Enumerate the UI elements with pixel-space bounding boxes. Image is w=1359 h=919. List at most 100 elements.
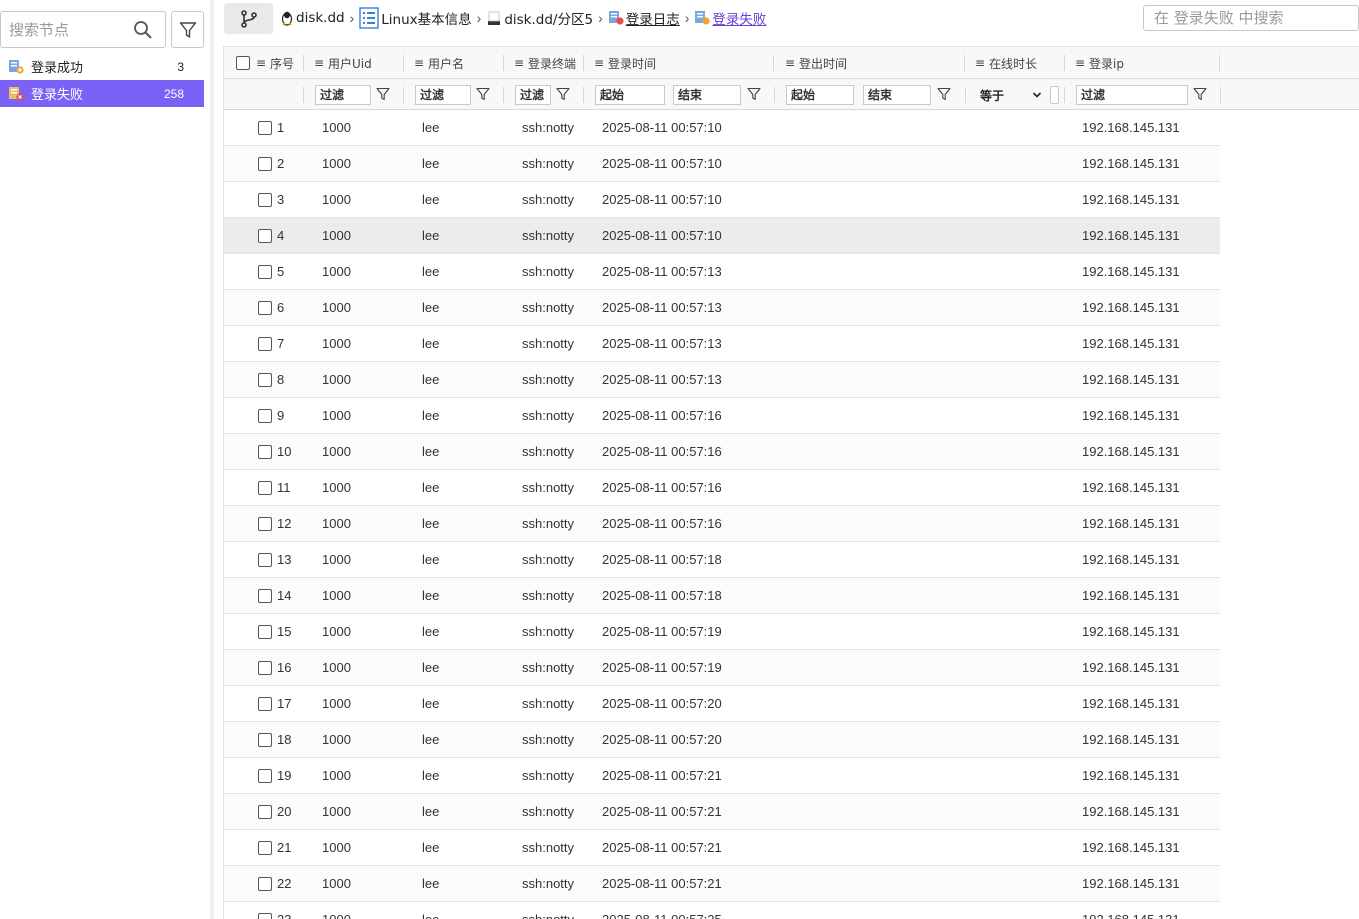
table-row[interactable]: 10 1000 lee ssh:notty 2025-08-11 00:57:16 192… [224,434,1220,470]
filter-icon[interactable] [376,87,390,101]
table-row[interactable]: 2 1000 lee ssh:notty 2025-08-11 00:57:10 192.… [224,146,1220,182]
column-menu-icon[interactable]: ≡ [594,56,604,70]
table-row[interactable]: 1 1000 lee ssh:notty 2025-08-11 00:57:10 192.… [224,110,1220,146]
column-divider[interactable] [583,55,584,71]
tree-item-login-failure[interactable]: 登录失败 258 [0,80,204,107]
filter-icon[interactable] [476,87,490,101]
panel-splitter[interactable] [210,0,214,919]
tree-item-login-success[interactable]: 登录成功 3 [0,53,204,80]
select-all-checkbox[interactable] [236,56,250,70]
table-row[interactable]: 8 1000 lee ssh:notty 2025-08-11 00:57:13 192.… [224,362,1220,398]
tree-filter-button[interactable] [171,11,204,48]
filter-icon[interactable] [556,87,570,101]
terminal-filter-input[interactable] [515,85,551,105]
table-row[interactable]: 12 1000 lee ssh:notty 2025-08-11 00:57:16 192… [224,506,1220,542]
filter-icon[interactable] [937,87,951,101]
column-header-index[interactable]: ≡ 序号 [256,47,304,79]
column-menu-icon[interactable]: ≡ [314,56,324,70]
table-row[interactable]: 15 1000 lee ssh:notty 2025-08-11 00:57:19 192… [224,614,1220,650]
table-row[interactable]: 5 1000 lee ssh:notty 2025-08-11 00:57:13 192.… [224,254,1220,290]
table-row[interactable]: 22 1000 lee ssh:notty 2025-08-11 00:57:21 192… [224,866,1220,902]
row-checkbox[interactable] [258,481,272,495]
login-time-start-input[interactable] [595,85,665,105]
row-checkbox[interactable] [258,769,272,783]
table-row[interactable]: 18 1000 lee ssh:notty 2025-08-11 00:57:20 192… [224,722,1220,758]
breadcrumb-item-login-failure[interactable]: 登录失败 [694,8,766,28]
column-menu-icon[interactable]: ≡ [785,56,795,70]
breadcrumb-item-login-log[interactable]: 登录日志 › [608,8,695,28]
table-row[interactable]: 11 1000 lee ssh:notty 2025-08-11 00:57:16 192… [224,470,1220,506]
column-header-duration[interactable]: ≡ 在线时长 [975,47,1065,79]
table-row[interactable]: 3 1000 lee ssh:notty 2025-08-11 00:57:10 192.… [224,182,1220,218]
row-checkbox[interactable] [258,121,272,135]
row-checkbox[interactable] [258,265,272,279]
filter-icon[interactable] [747,87,761,101]
search-icon[interactable] [133,20,153,40]
duration-value-input[interactable] [1050,86,1059,104]
column-menu-icon[interactable]: ≡ [1075,56,1085,70]
table-row[interactable]: 23 1000 lee ssh:notty 2025-08-11 00:57:25 192… [224,902,1220,919]
column-header-uid[interactable]: ≡ 用户Uid [314,47,404,79]
table-row[interactable]: 9 1000 lee ssh:notty 2025-08-11 00:57:16 192.… [224,398,1220,434]
row-checkbox[interactable] [258,193,272,207]
table-row[interactable]: 20 1000 lee ssh:notty 2025-08-11 00:57:21 192… [224,794,1220,830]
column-divider[interactable] [964,55,965,71]
filter-icon[interactable] [1193,87,1207,101]
uid-filter-input[interactable] [315,85,371,105]
duration-operator-select[interactable]: 等于 [974,85,1046,105]
table-row[interactable]: 6 1000 lee ssh:notty 2025-08-11 00:57:13 192.… [224,290,1220,326]
row-checkbox[interactable] [258,337,272,351]
column-divider[interactable] [773,55,774,71]
column-header-username[interactable]: ≡ 用户名 [414,47,504,79]
table-row[interactable]: 16 1000 lee ssh:notty 2025-08-11 00:57:19 192… [224,650,1220,686]
row-checkbox[interactable] [258,373,272,387]
column-header-login-time[interactable]: ≡ 登录时间 [594,47,774,79]
row-checkbox[interactable] [258,661,272,675]
table-row[interactable]: 4 1000 lee ssh:notty 2025-08-11 00:57:10 192.… [224,218,1220,254]
row-checkbox[interactable] [258,733,272,747]
breadcrumb-item-disk[interactable]: disk.dd › [280,10,359,26]
row-checkbox[interactable] [258,301,272,315]
breadcrumb-item-linux-info[interactable]: Linux基本信息 › [359,7,486,29]
row-checkbox[interactable] [258,697,272,711]
table-search-input[interactable] [1154,8,1354,28]
column-header-ip[interactable]: ≡ 登录ip [1075,47,1220,79]
row-checkbox[interactable] [258,517,272,531]
row-checkbox[interactable] [258,913,272,919]
column-divider[interactable] [503,55,504,71]
row-checkbox[interactable] [258,157,272,171]
table-row[interactable]: 19 1000 lee ssh:notty 2025-08-11 00:57:21 192… [224,758,1220,794]
row-checkbox[interactable] [258,553,272,567]
row-checkbox[interactable] [258,589,272,603]
row-checkbox[interactable] [258,409,272,423]
column-divider[interactable] [403,55,404,71]
table-row[interactable]: 14 1000 lee ssh:notty 2025-08-11 00:57:18 192… [224,578,1220,614]
row-checkbox[interactable] [258,229,272,243]
breadcrumb-item-partition[interactable]: disk.dd/分区5 › [486,8,607,28]
column-header-logout-time[interactable]: ≡ 登出时间 [785,47,965,79]
column-menu-icon[interactable]: ≡ [514,56,524,70]
column-divider[interactable] [1064,55,1065,71]
row-checkbox[interactable] [258,877,272,891]
row-checkbox[interactable] [258,805,272,819]
column-menu-icon[interactable]: ≡ [256,56,266,70]
row-checkbox[interactable] [258,445,272,459]
branch-view-button[interactable] [224,3,273,34]
row-checkbox[interactable] [258,841,272,855]
username-filter-input[interactable] [415,85,471,105]
table-row[interactable]: 7 1000 lee ssh:notty 2025-08-11 00:57:13 192.… [224,326,1220,362]
node-search-input[interactable] [9,19,127,41]
column-menu-icon[interactable]: ≡ [975,56,985,70]
logout-time-start-input[interactable] [786,85,854,105]
table-row[interactable]: 13 1000 lee ssh:notty 2025-08-11 00:57:18 192… [224,542,1220,578]
table-row[interactable]: 21 1000 lee ssh:notty 2025-08-11 00:57:21 192… [224,830,1220,866]
table-row[interactable]: 17 1000 lee ssh:notty 2025-08-11 00:57:20 192… [224,686,1220,722]
logout-time-end-input[interactable] [863,85,931,105]
column-header-terminal[interactable]: ≡ 登录终端 [514,47,584,79]
login-time-end-input[interactable] [673,85,741,105]
row-checkbox[interactable] [258,625,272,639]
column-divider[interactable] [1219,55,1220,71]
column-menu-icon[interactable]: ≡ [414,56,424,70]
ip-filter-input[interactable] [1076,85,1188,105]
column-divider[interactable] [303,55,304,71]
